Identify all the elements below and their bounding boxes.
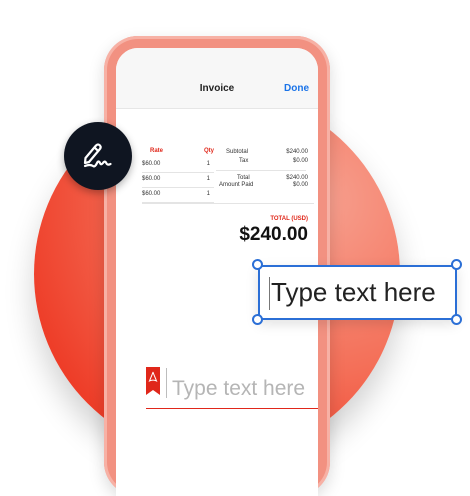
text-cursor bbox=[166, 368, 167, 398]
rate-column-header: Rate bbox=[150, 148, 164, 154]
resize-handle-top-right[interactable] bbox=[451, 259, 462, 270]
table-row: $60.00 1 bbox=[142, 172, 214, 188]
resize-handle-top-left[interactable] bbox=[252, 259, 263, 270]
section-divider bbox=[142, 203, 314, 204]
table-row: $60.00 1 bbox=[142, 187, 214, 203]
total-value: $240.00 bbox=[286, 175, 308, 181]
table-row: $60.00 1 bbox=[142, 157, 214, 173]
qty-column-header: Qty bbox=[204, 148, 215, 154]
totals-divider bbox=[216, 170, 306, 171]
qty-cell: 1 bbox=[206, 191, 210, 197]
signature-badge[interactable] bbox=[64, 122, 132, 190]
signature-pen-icon bbox=[83, 143, 112, 168]
resize-handle-bottom-left[interactable] bbox=[252, 314, 263, 325]
text-box-selected[interactable]: Type text here bbox=[258, 265, 457, 320]
text-box-content[interactable]: Type text here bbox=[271, 277, 436, 308]
total-label: Total bbox=[237, 175, 250, 181]
rate-cell: $60.00 bbox=[142, 161, 161, 167]
grand-total-label: TOTAL (USD) bbox=[270, 216, 308, 222]
subtotal-value: $240.00 bbox=[286, 149, 308, 155]
qty-cell: 1 bbox=[206, 176, 210, 182]
acrobat-pdf-icon bbox=[146, 367, 160, 399]
grand-total-value: $240.00 bbox=[239, 224, 308, 245]
text-caret bbox=[269, 277, 270, 310]
rate-cell: $60.00 bbox=[142, 176, 161, 182]
subtotal-label: Subtotal bbox=[226, 149, 249, 155]
signature-field-placeholder[interactable]: Type text here bbox=[172, 377, 305, 401]
nav-bar: Invoice Done bbox=[116, 48, 318, 109]
done-button[interactable]: Done bbox=[284, 83, 309, 94]
qty-cell: 1 bbox=[206, 161, 210, 167]
resize-handle-bottom-right[interactable] bbox=[451, 314, 462, 325]
amount-paid-value: $0.00 bbox=[292, 182, 308, 188]
rate-cell: $60.00 bbox=[142, 191, 161, 197]
tax-label: Tax bbox=[239, 158, 249, 164]
amount-paid-label: Amount Paid bbox=[219, 182, 254, 188]
signature-line bbox=[146, 408, 318, 409]
tax-value: $0.00 bbox=[292, 158, 308, 164]
